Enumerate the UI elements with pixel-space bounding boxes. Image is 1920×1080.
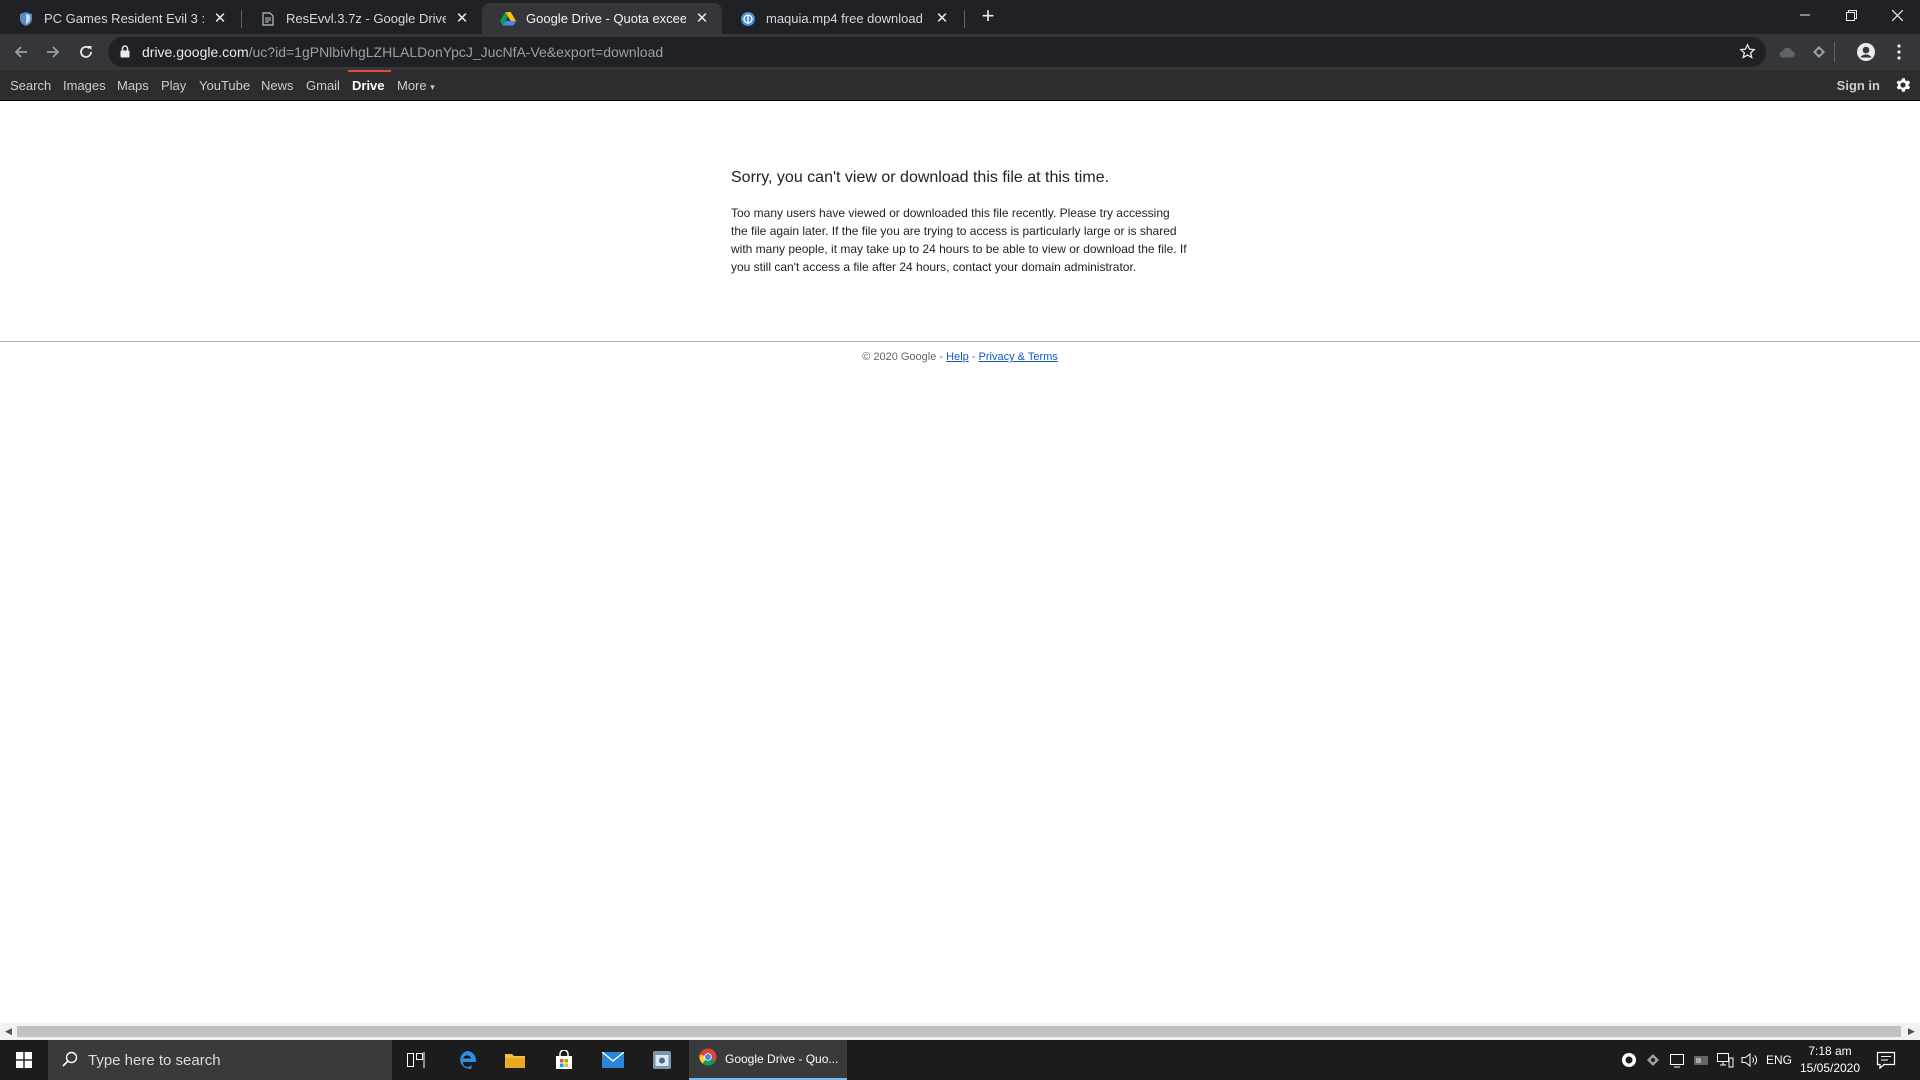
gbar-more-label: More [397, 78, 427, 93]
gbar-item-maps[interactable]: Maps [117, 78, 149, 93]
globe-icon [740, 11, 756, 27]
taskbar-clock[interactable]: 7:18 am 15/05/2020 [1790, 1043, 1870, 1077]
tab-2[interactable]: ResEvvl.3.7z - Google Drive ✕ [242, 3, 482, 34]
network-icon[interactable] [1716, 1052, 1734, 1073]
taskbar-search-placeholder: Type here to search [88, 1051, 221, 1069]
horizontal-scrollbar[interactable]: ◀ ▶ [0, 1023, 1920, 1040]
search-icon [62, 1051, 78, 1072]
sign-in-link[interactable]: Sign in [1837, 78, 1880, 93]
gbar-item-drive[interactable]: Drive [352, 78, 385, 93]
scroll-left-arrow-icon[interactable]: ◀ [0, 1026, 17, 1037]
profile-avatar-icon[interactable] [1855, 41, 1877, 63]
notification-center-icon[interactable] [1876, 1050, 1896, 1075]
close-icon[interactable]: ✕ [212, 10, 228, 27]
tab-title: PC Games Resident Evil 3 : Remake [44, 11, 204, 26]
app-window-icon[interactable] [638, 1040, 686, 1080]
clock-time: 7:18 am [1808, 1044, 1852, 1058]
clock-date: 15/05/2020 [1799, 1061, 1861, 1075]
footer-sep: - [936, 351, 947, 363]
browser-toolbar: drive.google.com/uc?id=1gPNlbivhgLZHLALD… [0, 34, 1920, 70]
new-tab-button[interactable]: + [976, 5, 1000, 29]
close-icon[interactable]: ✕ [694, 10, 710, 27]
page-heading: Sorry, you can't view or download this f… [731, 169, 1110, 186]
google-bar: Search Images Maps Play YouTube News Gma… [0, 70, 1920, 101]
help-link[interactable]: Help [946, 351, 969, 363]
tab-title: ResEvvl.3.7z - Google Drive [286, 11, 446, 26]
tray-device-icon[interactable] [1693, 1052, 1709, 1073]
bookmark-star-icon[interactable] [1739, 43, 1756, 65]
reload-button[interactable] [74, 40, 98, 64]
store-icon[interactable] [540, 1040, 588, 1080]
language-indicator[interactable]: ENG [1766, 1053, 1792, 1067]
close-window-button[interactable] [1874, 0, 1920, 30]
file-icon [260, 11, 276, 27]
gbar-item-youtube[interactable]: YouTube [199, 78, 250, 93]
edge-browser-icon[interactable] [443, 1040, 491, 1080]
gbar-item-images[interactable]: Images [63, 78, 106, 93]
tray-monitor-icon[interactable] [1669, 1052, 1685, 1073]
minimize-button[interactable] [1782, 0, 1828, 30]
gbar-item-news[interactable]: News [261, 78, 294, 93]
file-explorer-icon[interactable] [491, 1040, 539, 1080]
tab-4[interactable]: maquia.mp4 free download at Ra ✕ [722, 3, 962, 34]
task-view-icon[interactable] [392, 1040, 440, 1080]
restore-button[interactable] [1828, 0, 1874, 30]
gbar-item-gmail[interactable]: Gmail [306, 78, 340, 93]
url-text[interactable]: drive.google.com/uc?id=1gPNlbivhgLZHLALD… [142, 44, 663, 60]
chevron-down-icon: ▾ [430, 82, 435, 92]
url-path: /uc?id=1gPNlbivhgLZHLALDonYpcJ_JucNfA-Ve… [248, 44, 664, 60]
footer-sep: - [968, 351, 979, 363]
gbar-item-more[interactable]: More ▾ [397, 78, 435, 93]
windows-start-button[interactable] [0, 1040, 48, 1080]
gbar-active-indicator [348, 70, 391, 72]
tab-3[interactable]: Google Drive - Quota exceeded ✕ [482, 3, 722, 34]
privacy-terms-link[interactable]: Privacy & Terms [979, 351, 1058, 363]
menu-kebab-icon[interactable] [1888, 41, 1910, 63]
tray-extension-icon[interactable] [1645, 1052, 1661, 1073]
tab-title: Google Drive - Quota exceeded [526, 11, 686, 26]
taskbar-chrome-button[interactable]: Google Drive - Quo... [689, 1040, 847, 1080]
gbar-item-play[interactable]: Play [161, 78, 186, 93]
tab-strip: PC Games Resident Evil 3 : Remake ✕ ResE… [0, 0, 1920, 34]
tab-title: maquia.mp4 free download at Ra [766, 11, 926, 26]
lock-icon[interactable] [120, 45, 130, 63]
scroll-right-arrow-icon[interactable]: ▶ [1903, 1026, 1920, 1037]
chrome-icon [699, 1048, 717, 1071]
gear-icon[interactable] [1894, 76, 1912, 99]
cloud-extension-icon[interactable] [1776, 41, 1798, 63]
page-footer: © 2020 Google - Help - Privacy & Terms [0, 351, 1920, 363]
copyright-text: © 2020 Google [862, 351, 937, 363]
toolbar-separator [1834, 42, 1835, 62]
drive-icon [500, 11, 516, 27]
volume-icon[interactable] [1741, 1052, 1759, 1073]
mail-icon[interactable] [589, 1040, 637, 1080]
windows-taskbar: Type here to search Google Drive - Quo..… [0, 1040, 1920, 1080]
back-button[interactable] [9, 40, 33, 64]
extension-icon[interactable] [1808, 41, 1830, 63]
close-icon[interactable]: ✕ [934, 10, 950, 27]
address-bar[interactable]: drive.google.com/uc?id=1gPNlbivhgLZHLALD… [108, 37, 1766, 67]
scrollbar-thumb[interactable] [17, 1026, 1901, 1037]
taskbar-app-label: Google Drive - Quo... [725, 1052, 839, 1066]
forward-button[interactable] [41, 40, 65, 64]
tray-app-icon[interactable] [1621, 1052, 1637, 1073]
tab-separator [964, 10, 965, 28]
error-message-panel: Sorry, you can't view or download this f… [731, 168, 1187, 276]
shield-icon [18, 11, 34, 27]
url-host: drive.google.com [142, 44, 249, 60]
taskbar-search-box[interactable]: Type here to search [48, 1040, 392, 1080]
close-icon[interactable]: ✕ [454, 10, 470, 27]
error-description: Too many users have viewed or downloaded… [731, 206, 1187, 274]
footer-divider [0, 341, 1920, 342]
gbar-item-search[interactable]: Search [10, 78, 51, 93]
tab-1[interactable]: PC Games Resident Evil 3 : Remake ✕ [0, 3, 240, 34]
